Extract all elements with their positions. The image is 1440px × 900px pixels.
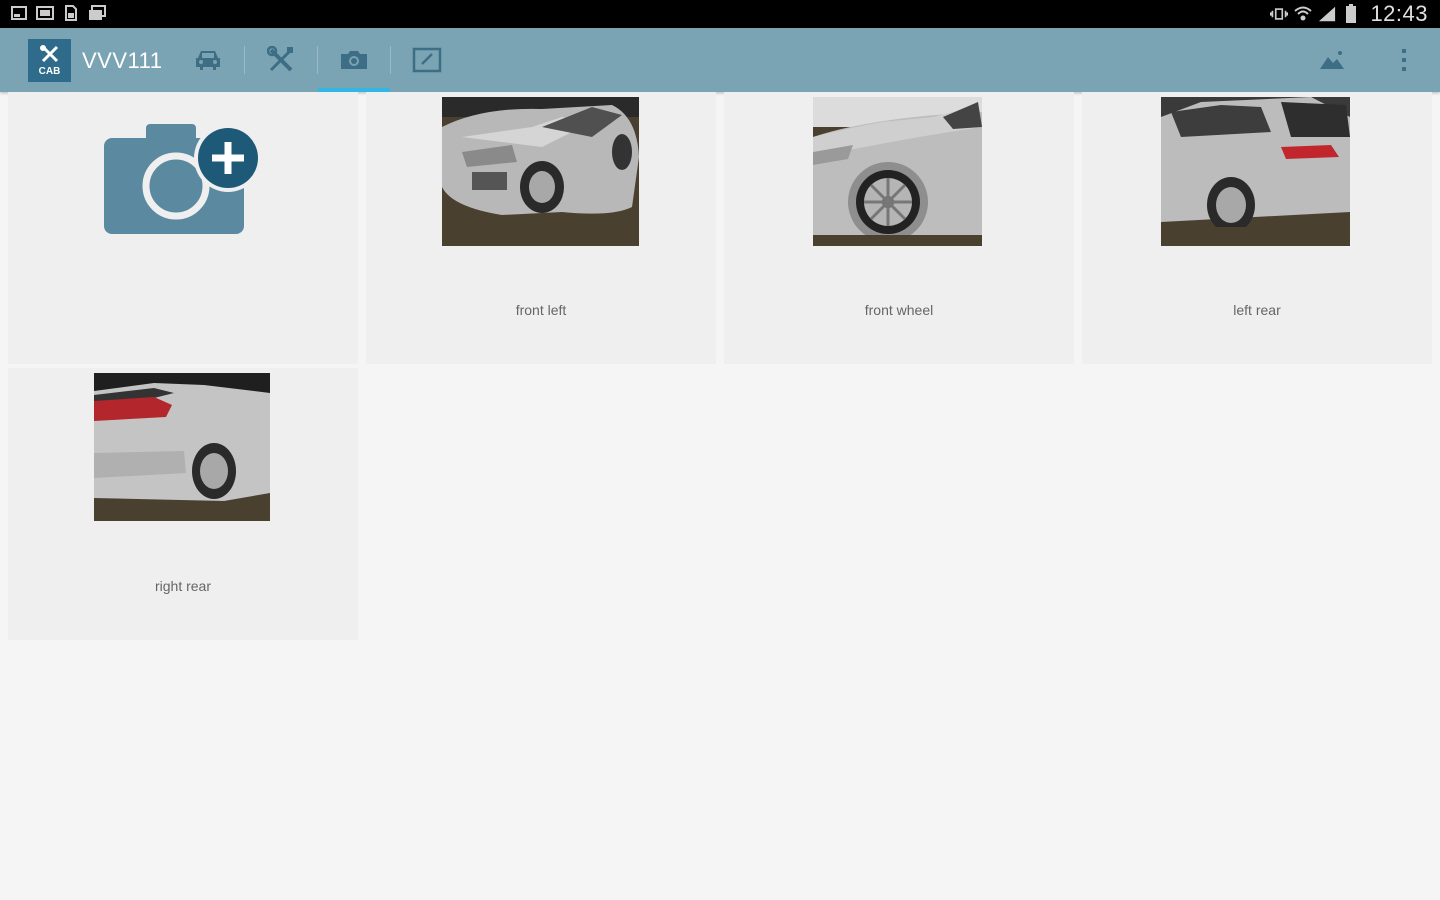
camera-icon bbox=[341, 51, 367, 69]
app-logo-text: CAB bbox=[38, 65, 61, 77]
photo-card[interactable]: front wheel bbox=[724, 92, 1074, 364]
photo-card[interactable]: left rear bbox=[1082, 92, 1432, 364]
photo-card[interactable]: front left bbox=[366, 92, 716, 364]
car-icon bbox=[196, 51, 220, 70]
app-logo[interactable]: CAB bbox=[28, 39, 71, 82]
gallery-icon bbox=[36, 4, 54, 22]
screenshot-icon bbox=[10, 4, 28, 22]
photo-thumbnail[interactable] bbox=[442, 97, 639, 246]
car-photo-image bbox=[94, 373, 270, 521]
car-photo-image bbox=[1161, 97, 1350, 246]
photo-label: right rear bbox=[154, 578, 212, 594]
photos-icon bbox=[88, 4, 106, 22]
car-photo-image bbox=[813, 97, 982, 246]
system-icons: 12:43 bbox=[1270, 0, 1428, 28]
tab-repairs[interactable] bbox=[245, 28, 317, 92]
battery-icon bbox=[1342, 4, 1360, 23]
photo-label: left rear bbox=[1233, 302, 1281, 318]
notification-icons bbox=[10, 4, 106, 22]
tab-vehicle[interactable] bbox=[172, 28, 244, 92]
overflow-menu-icon bbox=[1402, 49, 1406, 71]
tab-photos[interactable] bbox=[318, 28, 390, 92]
photo-thumbnail[interactable] bbox=[1161, 97, 1350, 246]
edit-icon bbox=[412, 47, 442, 73]
vibrate-icon bbox=[1270, 5, 1289, 23]
tab-notes[interactable] bbox=[391, 28, 463, 92]
tools-icon bbox=[267, 46, 293, 72]
photo-label: front left bbox=[515, 302, 567, 318]
photo-thumbnail[interactable] bbox=[94, 373, 270, 521]
add-photo-icon bbox=[104, 124, 262, 234]
clock: 12:43 bbox=[1370, 1, 1428, 26]
add-photo-button[interactable] bbox=[8, 92, 358, 364]
vehicle-title: VVV111 bbox=[82, 48, 163, 73]
photo-card[interactable]: right rear bbox=[8, 368, 358, 640]
signal-icon bbox=[1318, 5, 1336, 23]
document-icon bbox=[62, 4, 80, 22]
landscape-button[interactable] bbox=[1304, 28, 1360, 92]
photo-thumbnail[interactable] bbox=[813, 97, 982, 246]
photo-label: front wheel bbox=[864, 302, 934, 318]
car-photo-image bbox=[442, 97, 639, 246]
action-bar: CAB VVV111 bbox=[0, 28, 1440, 92]
overflow-menu-button[interactable] bbox=[1376, 28, 1432, 92]
landscape-icon bbox=[1320, 51, 1344, 69]
wrench-logo-icon bbox=[39, 44, 58, 62]
wifi-icon bbox=[1294, 5, 1313, 23]
status-bar: 12:43 bbox=[0, 0, 1440, 28]
